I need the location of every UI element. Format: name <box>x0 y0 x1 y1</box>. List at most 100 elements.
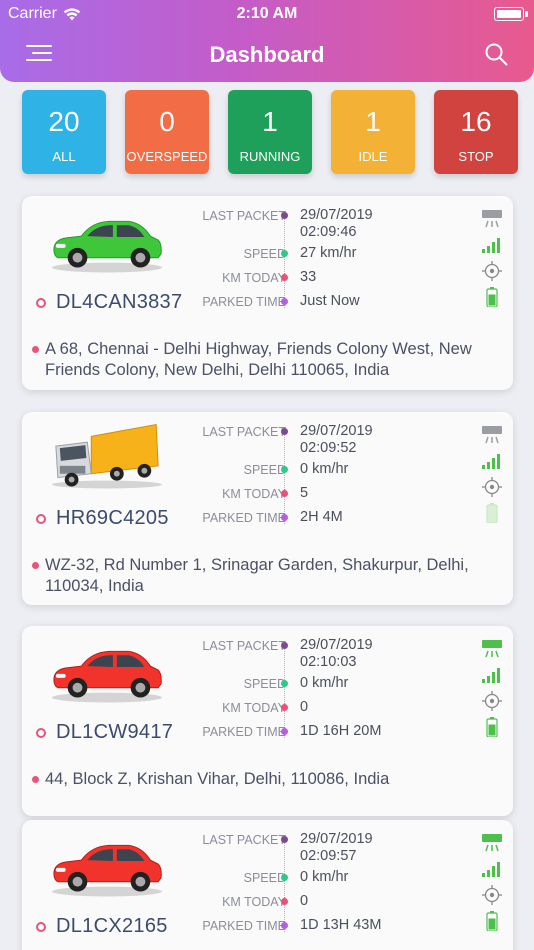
device-status-icons <box>481 636 503 740</box>
plate-row: HR69C4205 <box>36 507 169 530</box>
speed-value: 27 km/hr <box>300 245 357 261</box>
km-today-value: 33 <box>300 269 317 285</box>
parked-time-label: PARKED TIME <box>202 725 286 739</box>
timeline-dot <box>281 728 288 735</box>
signal-icon <box>481 856 503 882</box>
tile-stop[interactable]: 16 STOP <box>434 90 518 174</box>
parked-time-label: PARKED TIME <box>202 511 286 525</box>
km-today-row: KM TODAY 5 <box>192 484 472 508</box>
car-image <box>48 636 166 704</box>
parked-time-row: PARKED TIME Just Now <box>192 292 472 316</box>
vehicle-info: LAST PACKET 29/07/2019 02:09:57 SPEED 0 k… <box>192 830 472 940</box>
km-today-row: KM TODAY 33 <box>192 268 472 292</box>
speed-label: SPEED <box>243 463 286 477</box>
parked-time-label: PARKED TIME <box>202 919 286 933</box>
truck-image <box>48 422 166 490</box>
vehicle-card-dl4can3837[interactable]: DL4CAN3837 LAST PACKET 29/07/2019 02:09:4… <box>22 196 513 390</box>
tile-idle[interactable]: 1 IDLE <box>331 90 415 174</box>
speed-value: 0 km/hr <box>300 869 349 885</box>
tile-count: 0 <box>159 106 175 137</box>
last-packet-value: 29/07/2019 02:09:46 <box>300 207 373 240</box>
parked-time-row: PARKED TIME 2H 4M <box>192 508 472 532</box>
tile-label: RUNNING <box>239 149 301 164</box>
timeline-dot <box>281 212 288 219</box>
parked-time-value: 1D 16H 20M <box>300 723 382 739</box>
plate-row: DL1CX2165 <box>36 915 168 938</box>
vehicle-card-dl1cx2165[interactable]: DL1CX2165 LAST PACKET 29/07/2019 02:09:57… <box>22 820 513 950</box>
timeline-dot <box>281 428 288 435</box>
tile-running[interactable]: 1 RUNNING <box>228 90 312 174</box>
vehicle-info: LAST PACKET 29/07/2019 02:09:46 SPEED 27 … <box>192 206 472 316</box>
status-summary: 20 ALL 0 OVERSPEED 1 RUNNING 1 IDLE 16 S… <box>22 90 518 174</box>
last-packet-label: LAST PACKET <box>202 639 286 653</box>
last-packet-value: 29/07/2019 02:09:57 <box>300 831 373 864</box>
km-today-label: KM TODAY <box>222 271 286 285</box>
tile-overspeed[interactable]: 0 OVERSPEED <box>125 90 209 174</box>
vehicle-address: WZ-32, Rd Number 1, Srinagar Garden, Sha… <box>45 556 469 595</box>
status-ring-icon <box>36 297 46 308</box>
km-today-value: 0 <box>300 699 309 715</box>
last-packet-row: LAST PACKET 29/07/2019 02:09:46 <box>192 206 472 240</box>
search-icon[interactable] <box>484 42 508 66</box>
vehicle-card-hr69c4205[interactable]: HR69C4205 LAST PACKET 29/07/2019 02:09:52… <box>22 412 513 605</box>
address-dot <box>32 562 39 569</box>
speed-label: SPEED <box>243 871 286 885</box>
parked-time-value: Just Now <box>300 293 360 309</box>
timeline-dot <box>281 490 288 497</box>
plate-row: DL4CAN3837 <box>36 291 182 314</box>
address-dot <box>32 346 39 353</box>
tile-label: OVERSPEED <box>126 149 208 164</box>
vehicle-battery-icon <box>481 714 503 740</box>
vehicle-plate: HR69C4205 <box>56 507 169 529</box>
status-ring-icon <box>36 513 46 524</box>
speed-row: SPEED 27 km/hr <box>192 244 472 268</box>
speed-row: SPEED 0 km/hr <box>192 460 472 484</box>
km-today-row: KM TODAY 0 <box>192 698 472 722</box>
status-bar: Carrier 2:10 AM <box>0 0 534 28</box>
last-packet-value: 29/07/2019 02:10:03 <box>300 637 373 670</box>
timeline-dot <box>281 922 288 929</box>
tile-all[interactable]: 20 ALL <box>22 90 106 174</box>
parked-time-row: PARKED TIME 1D 13H 43M <box>192 916 472 940</box>
tile-count: 20 <box>48 106 80 137</box>
car-image <box>48 206 166 274</box>
gps-icon <box>481 882 503 908</box>
timeline-dot <box>281 836 288 843</box>
last-packet-label: LAST PACKET <box>202 209 286 223</box>
battery-icon <box>494 7 528 21</box>
timeline-dot <box>281 704 288 711</box>
timeline-dot <box>281 874 288 881</box>
timeline-dot <box>281 680 288 687</box>
signal-icon <box>481 448 503 474</box>
address-dot <box>32 776 39 783</box>
timeline-dot <box>281 274 288 281</box>
device-status-icons <box>481 830 503 934</box>
parked-time-label: PARKED TIME <box>202 295 286 309</box>
vehicle-info: LAST PACKET 29/07/2019 02:10:03 SPEED 0 k… <box>192 636 472 746</box>
signal-icon <box>481 662 503 688</box>
speed-label: SPEED <box>243 247 286 261</box>
km-today-row: KM TODAY 0 <box>192 892 472 916</box>
vehicle-plate: DL4CAN3837 <box>56 291 183 313</box>
vehicle-battery-icon <box>481 500 503 526</box>
timeline-dot <box>281 898 288 905</box>
ac-icon <box>481 636 503 662</box>
vehicle-address: A 68, Chennai - Delhi Highway, Friends C… <box>45 340 472 379</box>
speed-label: SPEED <box>243 677 286 691</box>
last-packet-row: LAST PACKET 29/07/2019 02:10:03 <box>192 636 472 670</box>
speed-row: SPEED 0 km/hr <box>192 868 472 892</box>
vehicle-card-dl1cw9417[interactable]: DL1CW9417 LAST PACKET 29/07/2019 02:10:03… <box>22 626 513 816</box>
gps-icon <box>481 688 503 714</box>
status-ring-icon <box>36 727 46 738</box>
km-today-label: KM TODAY <box>222 487 286 501</box>
tile-count: 1 <box>365 106 381 137</box>
device-status-icons <box>481 206 503 310</box>
last-packet-value: 29/07/2019 02:09:52 <box>300 423 373 456</box>
km-today-label: KM TODAY <box>222 895 286 909</box>
timeline-dot <box>281 514 288 521</box>
parked-time-value: 2H 4M <box>300 509 343 525</box>
clock: 2:10 AM <box>236 5 298 22</box>
tile-count: 16 <box>460 106 492 137</box>
timeline-dot <box>281 642 288 649</box>
address-row: 44, Block Z, Krishan Vihar, Delhi, 11008… <box>32 769 502 790</box>
